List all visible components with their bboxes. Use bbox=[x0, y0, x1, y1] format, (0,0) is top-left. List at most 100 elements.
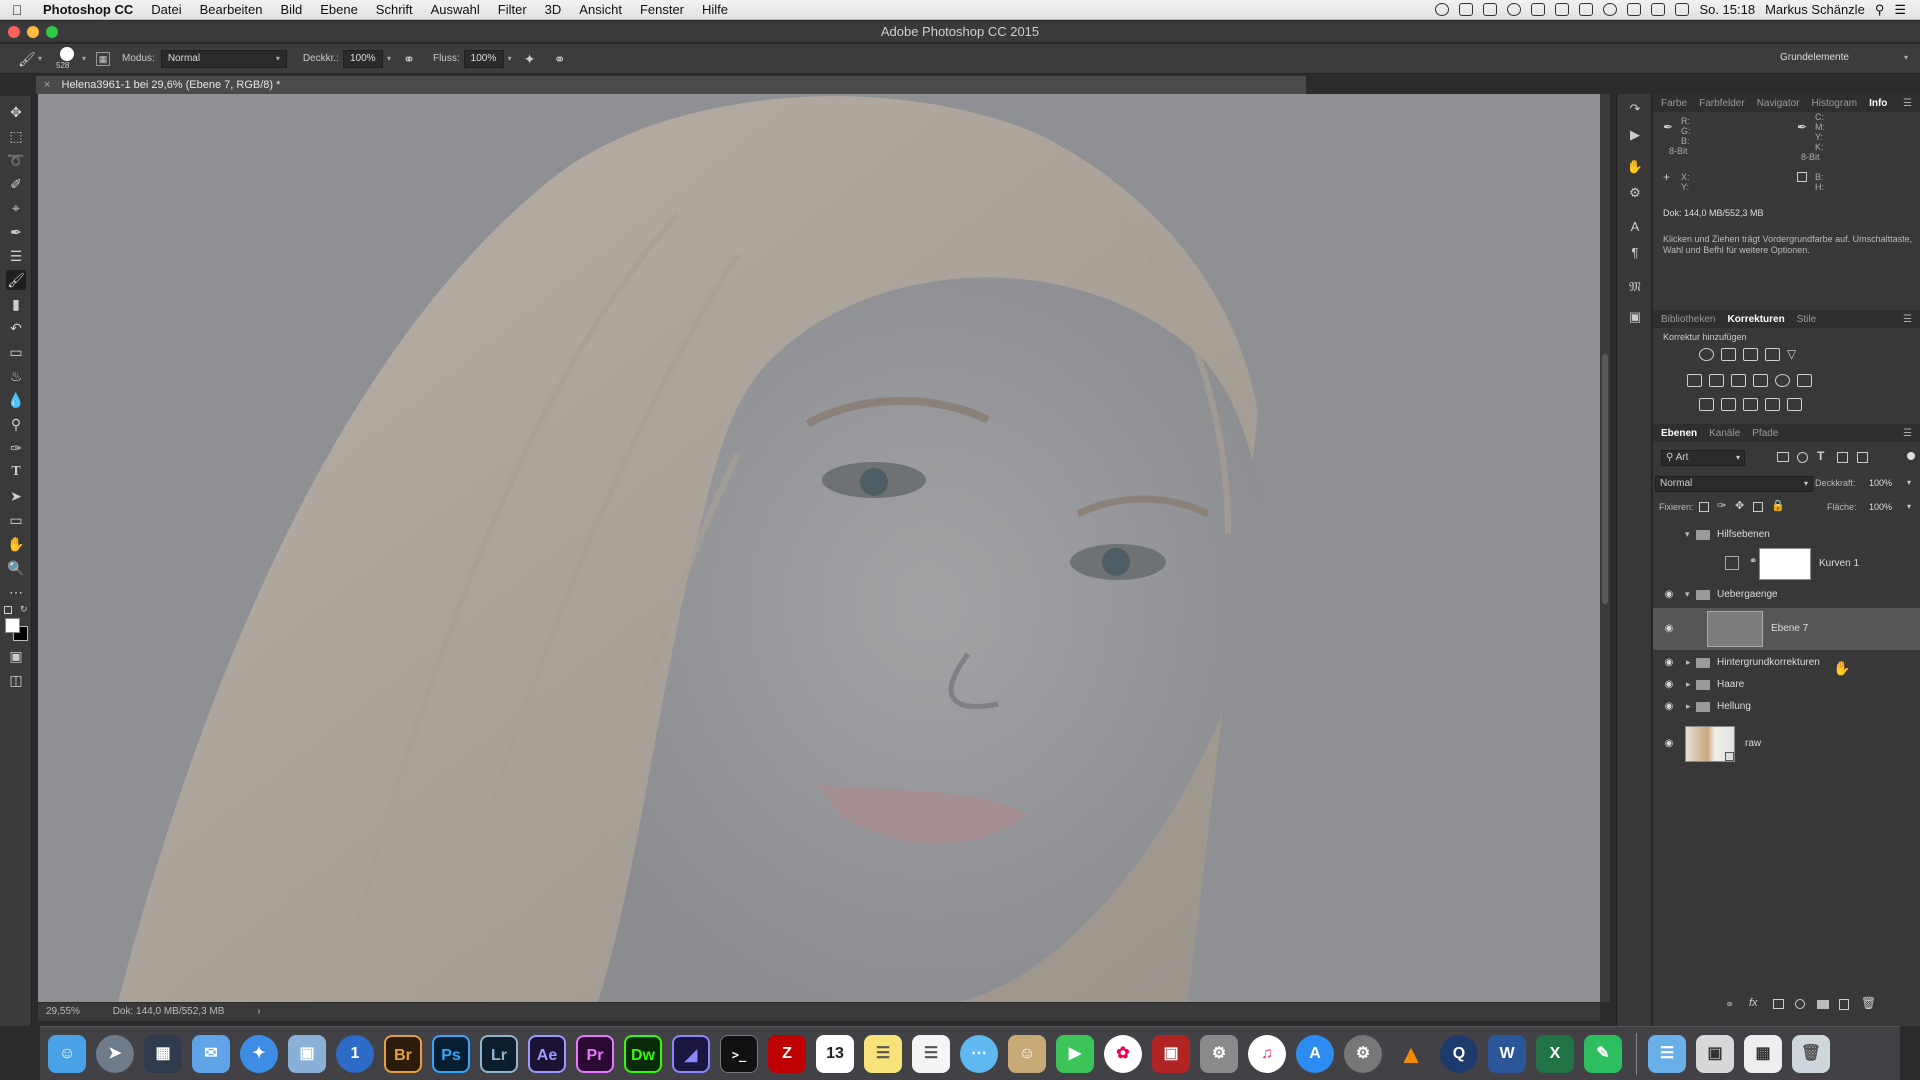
safari-icon[interactable]: ✦ bbox=[240, 1035, 278, 1073]
facetime-icon[interactable]: ▶ bbox=[1056, 1035, 1094, 1073]
eraser-tool-icon[interactable]: ▭ bbox=[6, 342, 26, 362]
default-colors-icon[interactable] bbox=[4, 606, 12, 614]
brush-picker-caret[interactable]: ▾ bbox=[82, 54, 86, 63]
display-icon[interactable] bbox=[1555, 3, 1570, 16]
tab-pfade[interactable]: Pfade bbox=[1752, 428, 1778, 439]
menu-bearbeiten[interactable]: Bearbeiten bbox=[191, 2, 272, 17]
pen-tool-icon[interactable]: ✑ bbox=[6, 438, 26, 458]
app-store-icon[interactable]: A bbox=[1296, 1035, 1334, 1073]
flow-slider-caret[interactable]: ▾ bbox=[508, 54, 512, 63]
fill-value[interactable]: 100% bbox=[1869, 502, 1892, 512]
menu-datei[interactable]: Datei bbox=[142, 2, 190, 17]
clone-source-icon[interactable]: ▣ bbox=[1626, 308, 1644, 326]
color-lookup-icon[interactable] bbox=[1797, 374, 1812, 387]
channel-mixer-icon[interactable] bbox=[1775, 374, 1790, 387]
visibility-eye-icon[interactable]: ◉ bbox=[1663, 589, 1675, 601]
paint-bucket-tool-icon[interactable]: ♨ bbox=[6, 366, 26, 386]
close-window-button[interactable] bbox=[8, 26, 20, 38]
collapse-arrow-icon[interactable]: ▸ bbox=[1686, 657, 1691, 668]
lock-artboard-icon[interactable] bbox=[1753, 502, 1763, 512]
clone-stamp-tool-icon[interactable]: ▮ bbox=[6, 294, 26, 314]
airbrush-icon[interactable]: ✦ bbox=[522, 51, 538, 67]
bridge-icon[interactable]: Br bbox=[384, 1035, 422, 1073]
zoom-level[interactable]: 29,55% bbox=[46, 1006, 80, 1017]
lasso-tool-icon[interactable]: ➰ bbox=[6, 150, 26, 170]
evernote-icon[interactable]: ✎ bbox=[1584, 1035, 1622, 1073]
warning-icon[interactable] bbox=[1531, 3, 1546, 16]
exposure-icon[interactable] bbox=[1765, 348, 1780, 361]
apple-logo-icon[interactable]:  bbox=[0, 2, 34, 18]
mission-control-icon[interactable]: ▦ bbox=[144, 1035, 182, 1073]
layer-group-hintergrundkorrekturen[interactable]: ◉ ▸ Hintergrundkorrekturen bbox=[1653, 652, 1920, 674]
dodge-tool-icon[interactable]: ⚲ bbox=[6, 414, 26, 434]
tab-farbe[interactable]: Farbe bbox=[1661, 98, 1687, 109]
tool-preset-dropdown[interactable]: ▾ bbox=[38, 54, 42, 63]
link-layers-icon[interactable]: ⚭ bbox=[1725, 998, 1734, 1011]
premiere-icon[interactable]: Pr bbox=[576, 1035, 614, 1073]
move-tool-icon[interactable]: ✥ bbox=[6, 102, 26, 122]
contacts-icon[interactable]: ☺ bbox=[1008, 1035, 1046, 1073]
opacity-slider-caret[interactable]: ▾ bbox=[387, 54, 391, 63]
lock-image-icon[interactable]: ✑ bbox=[1717, 499, 1726, 512]
layer-ebene-7[interactable]: ◉ Ebene 7 bbox=[1653, 608, 1920, 650]
airplay-icon[interactable] bbox=[1579, 3, 1594, 16]
dropbox-icon[interactable] bbox=[1459, 3, 1474, 16]
visibility-eye-icon[interactable]: ◉ bbox=[1663, 738, 1675, 750]
collapse-arrow-icon[interactable]: ▸ bbox=[1686, 701, 1691, 712]
flow-input[interactable]: 100% bbox=[463, 49, 504, 68]
chevron-down-icon[interactable]: ▾ bbox=[1907, 478, 1911, 487]
tab-bibliotheken[interactable]: Bibliotheken bbox=[1661, 314, 1715, 325]
brightness-contrast-icon[interactable] bbox=[1699, 348, 1714, 361]
lock-transparent-icon[interactable] bbox=[1699, 502, 1709, 512]
menu-schrift[interactable]: Schrift bbox=[367, 2, 422, 17]
type-tool-icon[interactable]: T bbox=[6, 462, 26, 482]
screen-mode-icon[interactable]: ◫ bbox=[6, 670, 26, 690]
collapse-arrow-icon[interactable]: ▸ bbox=[1686, 679, 1691, 690]
messages-icon[interactable]: ⋯ bbox=[960, 1035, 998, 1073]
downloads-stack-icon[interactable]: ▣ bbox=[1696, 1035, 1734, 1073]
quicktime-icon[interactable]: Q bbox=[1440, 1035, 1478, 1073]
vibrance-icon[interactable]: ▽ bbox=[1787, 348, 1802, 361]
crop-tool-icon[interactable]: ⌖ bbox=[6, 198, 26, 218]
visibility-eye-icon[interactable]: ◉ bbox=[1663, 657, 1675, 669]
zoom-window-button[interactable] bbox=[46, 26, 58, 38]
photo-booth-icon[interactable]: ▣ bbox=[1152, 1035, 1190, 1073]
preview-icon[interactable]: ▣ bbox=[288, 1035, 326, 1073]
gradient-map-icon[interactable] bbox=[1787, 398, 1802, 411]
itunes-icon[interactable]: ♫ bbox=[1248, 1035, 1286, 1073]
tab-navigator[interactable]: Navigator bbox=[1757, 98, 1800, 109]
character-panel-icon[interactable]: A bbox=[1626, 218, 1644, 236]
expand-arrow-icon[interactable]: ▾ bbox=[1685, 529, 1690, 540]
finder-icon[interactable]: ☺ bbox=[48, 1035, 86, 1073]
mask-link-icon[interactable]: ⚭ bbox=[1749, 556, 1757, 567]
layer-group-uebergaenge[interactable]: ◉ ▾ Uebergaenge bbox=[1653, 584, 1920, 606]
layer-filter-select[interactable]: ⚲ Art ▾ bbox=[1661, 450, 1745, 466]
color-balance-icon[interactable] bbox=[1709, 374, 1724, 387]
chevron-down-icon[interactable]: ▾ bbox=[1907, 502, 1911, 511]
posterize-icon[interactable] bbox=[1721, 398, 1736, 411]
marquee-tool-icon[interactable]: ⬚ bbox=[6, 126, 26, 146]
terminal-icon[interactable]: >_ bbox=[720, 1035, 758, 1073]
lock-all-icon[interactable]: 🔒 bbox=[1771, 499, 1785, 512]
menu-app-name[interactable]: Photoshop CC bbox=[34, 2, 142, 17]
dreamweaver-icon[interactable]: Dw bbox=[624, 1035, 662, 1073]
blend-mode-select[interactable]: Normal ▾ bbox=[1655, 476, 1813, 492]
photo-filter-icon[interactable] bbox=[1753, 374, 1768, 387]
menu-3d[interactable]: 3D bbox=[536, 2, 571, 17]
history-panel-icon[interactable]: ↷ bbox=[1626, 100, 1644, 118]
spotlight-icon[interactable]: ⚲ bbox=[1875, 2, 1885, 18]
close-tab-icon[interactable]: × bbox=[44, 79, 50, 91]
menu-bild[interactable]: Bild bbox=[272, 2, 312, 17]
documents-stack-icon[interactable]: ▦ bbox=[1744, 1035, 1782, 1073]
hue-saturation-icon[interactable] bbox=[1687, 374, 1702, 387]
volume-icon[interactable] bbox=[1675, 3, 1690, 16]
expand-arrow-icon[interactable]: ▾ bbox=[1685, 589, 1690, 600]
record-icon[interactable] bbox=[1435, 3, 1450, 16]
excel-icon[interactable]: X bbox=[1536, 1035, 1574, 1073]
filezilla-icon[interactable]: Z bbox=[768, 1035, 806, 1073]
mode-select[interactable]: Normal ▾ bbox=[160, 49, 287, 68]
filter-shape-icon[interactable] bbox=[1837, 452, 1848, 463]
menu-ebene[interactable]: Ebene bbox=[311, 2, 367, 17]
eyedropper-cmyk-icon[interactable]: ✒ bbox=[1797, 120, 1807, 134]
layer-group-haare[interactable]: ◉ ▸ Haare bbox=[1653, 674, 1920, 696]
